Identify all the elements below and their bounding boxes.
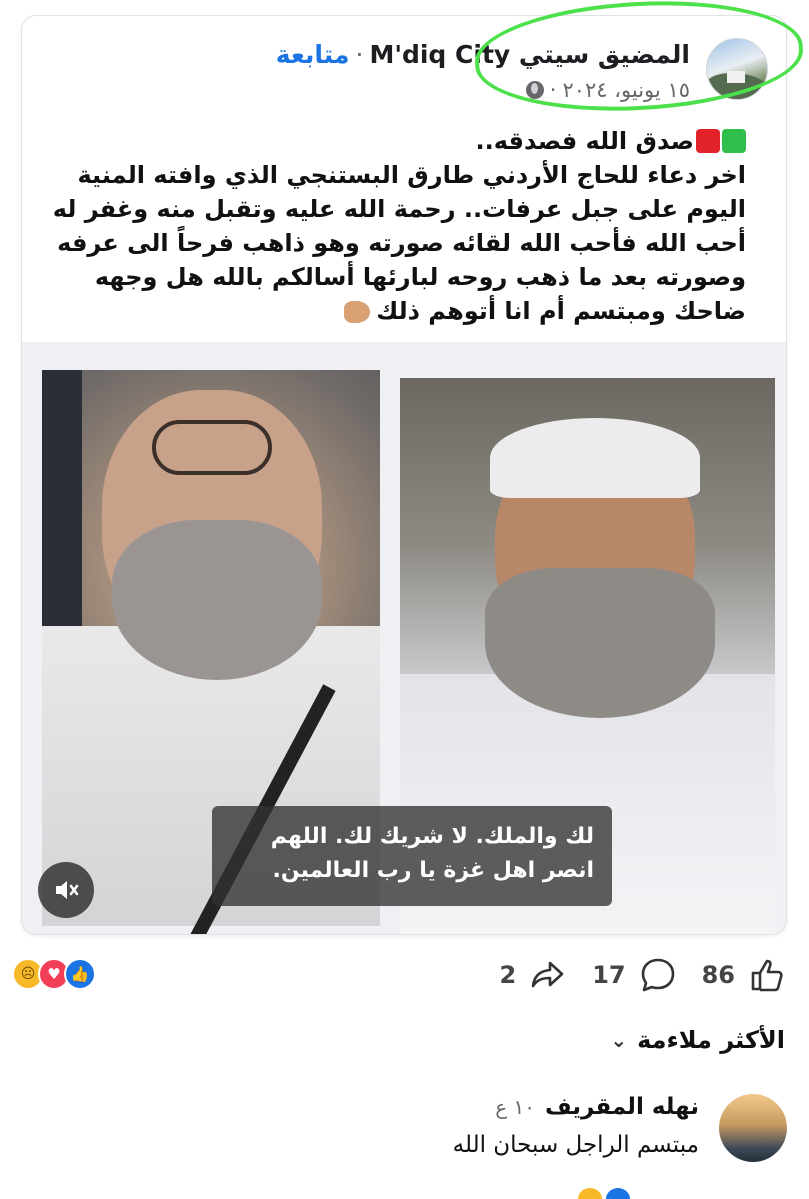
head-wrap [490, 418, 700, 498]
shares-count: 2 [499, 961, 517, 989]
green-square-icon [722, 129, 746, 153]
beard-shape-right [485, 568, 715, 718]
red-square-icon [696, 129, 720, 153]
glasses-shape [152, 420, 272, 475]
pointing-down-hand-icon [344, 301, 371, 323]
commenter-avatar[interactable] [719, 1094, 787, 1162]
sort-label: الأكثر ملاءمة [637, 1026, 785, 1054]
comment-author[interactable]: نهله المقريف [545, 1094, 699, 1120]
like-icon: 👍 [64, 958, 96, 990]
caption-line-1: لك والملك. لا شريك لك. اللهم [270, 824, 594, 849]
chevron-down-icon: ⌄ [610, 1028, 628, 1052]
thumbs-up-icon [751, 959, 783, 992]
beard-shape [112, 520, 322, 680]
share-arrow-icon [531, 961, 564, 988]
caption-line-2: انصر اهل غزة يا رب العالمين. [272, 858, 594, 883]
video-player[interactable]: لك والملك. لا شريك لك. اللهم انصر اهل غز… [22, 342, 786, 934]
share-action[interactable]: 2 [499, 955, 568, 995]
reaction-summary[interactable]: ☹ ♥ 👍 [12, 958, 96, 998]
post-text-line-2: اخر دعاء للحاج الأردني طارق البستنجي الذ… [77, 161, 746, 189]
video-caption: لك والملك. لا شريك لك. اللهم انصر اهل غز… [212, 806, 612, 906]
post-text-line-4: أحب الله فأحب الله لقائه صورته وهو ذاهب … [57, 229, 746, 257]
follow-button[interactable]: متابعة [276, 40, 350, 69]
comment-sort-dropdown[interactable]: الأكثر ملاءمة ⌄ [610, 1026, 785, 1054]
comment-time: ١٠ ع [495, 1095, 535, 1119]
post-text-line-5: وصورته بعد ما ذهب روحه لبارئها أسالكم با… [94, 263, 746, 291]
like-action[interactable]: 86 [702, 955, 787, 995]
comment-text: مبتسم الراجل سبحان الله [452, 1132, 699, 1158]
partial-reaction-icon [578, 1188, 602, 1199]
mute-button[interactable] [38, 862, 94, 918]
comment-action[interactable]: 17 [592, 955, 677, 995]
post-text-line-1: صدق الله فصدقه.. [36, 124, 746, 158]
likes-count: 86 [701, 961, 735, 989]
partial-reaction-icon [606, 1188, 630, 1199]
comment-item: نهله المقريف ١٠ ع مبتسم الراجل سبحان الله [27, 1090, 787, 1180]
separator-dot: · [355, 40, 364, 69]
comment-author-line: نهله المقريف ١٠ ع [495, 1094, 699, 1120]
speaker-muted-icon [56, 881, 79, 899]
post-text: صدق الله فصدقه.. اخر دعاء للحاج الأردني … [36, 124, 746, 328]
comment-bubble-icon [641, 958, 674, 992]
next-comment-reactions-partial [578, 1188, 638, 1199]
post-text-line-3: اليوم على جبل عرفات.. رحمة الله عليه وتق… [52, 195, 746, 223]
engagement-stats: 86 17 2 [499, 952, 787, 998]
post-text-line-6: ضاحك ومبتسم أم انا أتوهم ذلك [36, 294, 746, 328]
comments-count: 17 [592, 961, 626, 989]
